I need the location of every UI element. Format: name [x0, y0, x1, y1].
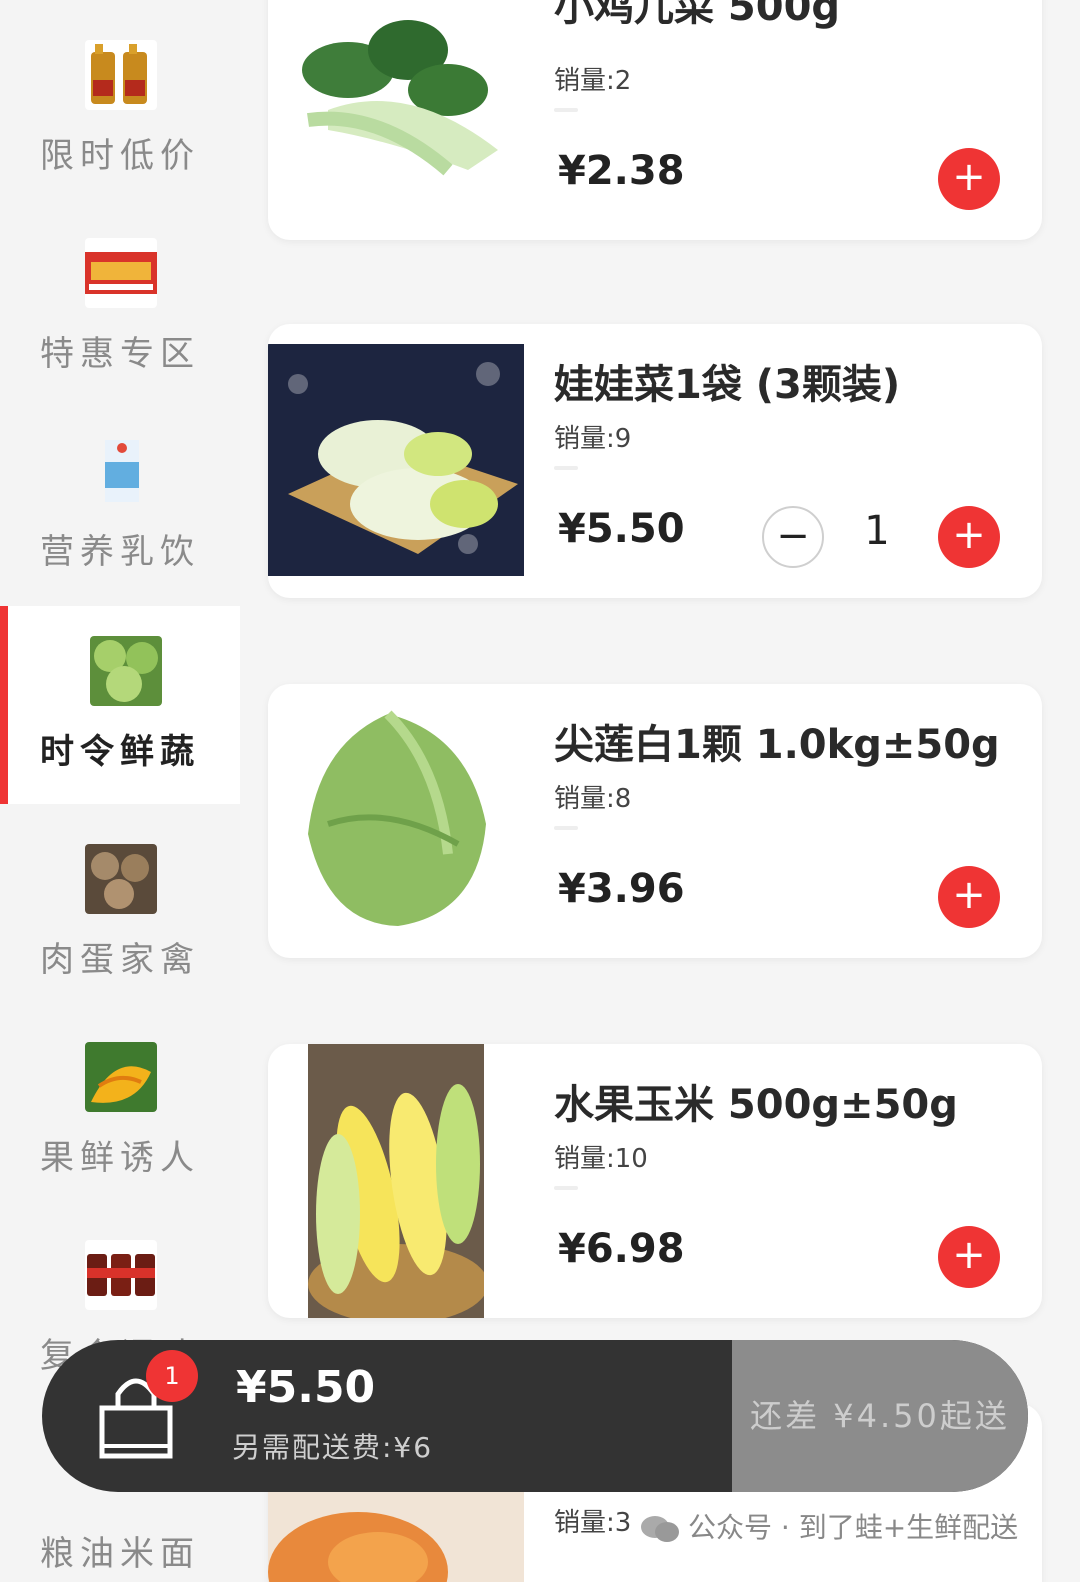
product-card[interactable]: 小鸡儿菜 500g 销量:2 ¥2.38 + — [268, 0, 1042, 240]
cart-count-badge: 1 — [146, 1350, 198, 1402]
category-thumbnail — [85, 844, 157, 914]
product-card[interactable]: 尖莲白1颗 1.0kg±50g 销量:8 ¥3.96 + — [268, 684, 1042, 958]
category-thumbnail — [85, 40, 157, 110]
product-image — [308, 1044, 488, 1318]
category-thumbnail — [85, 1042, 157, 1112]
sidebar-item-specials[interactable]: 特惠专区 — [0, 198, 240, 396]
sidebar-item-fruits[interactable]: 果鲜诱人 — [0, 1002, 240, 1200]
category-thumbnail — [90, 636, 162, 706]
product-sales: 销量:10 — [554, 1144, 648, 1174]
product-sales: 销量:3 — [554, 1508, 632, 1538]
product-sales: 销量:9 — [554, 424, 632, 454]
product-name: 尖莲白1颗 1.0kg±50g — [554, 722, 1000, 768]
product-name: 小鸡儿菜 500g — [554, 0, 841, 30]
sidebar-item-label: 特惠专区 — [40, 334, 200, 374]
sidebar-item-label: 肉蛋家禽 — [40, 940, 200, 980]
decrease-quantity-button[interactable]: − — [762, 506, 824, 568]
quantity-value: 1 — [864, 508, 890, 554]
category-thumbnail — [85, 1240, 157, 1310]
sidebar-item-label: 粮油米面 — [40, 1534, 200, 1574]
product-sales: 销量:2 — [554, 66, 632, 96]
product-sales: 销量:8 — [554, 784, 632, 814]
sidebar-item-label: 营养乳饮 — [40, 532, 200, 572]
product-price: ¥5.50 — [558, 506, 685, 552]
product-price: ¥3.96 — [558, 866, 685, 912]
product-price: ¥2.38 — [558, 148, 685, 194]
delivery-fee-note: 另需配送费:¥6 — [232, 1431, 434, 1464]
category-thumbnail — [85, 238, 157, 308]
sidebar-item-limited-time[interactable]: 限时低价 — [0, 0, 240, 198]
sidebar-item-dairy[interactable]: 营养乳饮 — [0, 396, 240, 594]
divider — [554, 108, 578, 112]
category-thumbnail — [85, 436, 157, 506]
sidebar-item-seasonal-vegetables[interactable]: 时令鲜蔬 — [0, 606, 240, 804]
add-to-cart-button[interactable]: + — [938, 148, 1000, 210]
wechat-icon — [640, 1514, 680, 1544]
sidebar-item-meat-eggs[interactable]: 肉蛋家禽 — [0, 804, 240, 1002]
checkout-button[interactable]: 还差 ¥4.50起送 — [732, 1340, 1028, 1492]
add-to-cart-button[interactable]: + — [938, 506, 1000, 568]
watermark-text: 公众号 · 到了蛙+生鲜配送 — [688, 1511, 1019, 1544]
product-image — [268, 0, 524, 232]
sidebar-item-label: 果鲜诱人 — [40, 1138, 200, 1178]
product-image — [268, 1492, 524, 1582]
product-card[interactable]: 娃娃菜1袋 (3颗装) 销量:9 ¥5.50 − 1 + — [268, 324, 1042, 598]
sidebar-item-label: 限时低价 — [40, 136, 200, 176]
product-image — [268, 344, 524, 576]
add-to-cart-button[interactable]: + — [938, 1226, 1000, 1288]
product-name: 娃娃菜1袋 (3颗装) — [554, 362, 901, 408]
sidebar-item-label: 时令鲜蔬 — [40, 732, 200, 772]
product-name: 水果玉米 500g±50g — [554, 1082, 958, 1128]
cart-total: ¥5.50 — [236, 1362, 376, 1413]
watermark: 公众号 · 到了蛙+生鲜配送 — [640, 1506, 1018, 1546]
divider — [554, 466, 578, 470]
product-image — [268, 704, 524, 936]
product-price: ¥6.98 — [558, 1226, 685, 1272]
product-card[interactable]: 水果玉米 500g±50g 销量:10 ¥6.98 + — [268, 1044, 1042, 1318]
add-to-cart-button[interactable]: + — [938, 866, 1000, 928]
divider — [554, 826, 578, 830]
divider — [554, 1186, 578, 1190]
